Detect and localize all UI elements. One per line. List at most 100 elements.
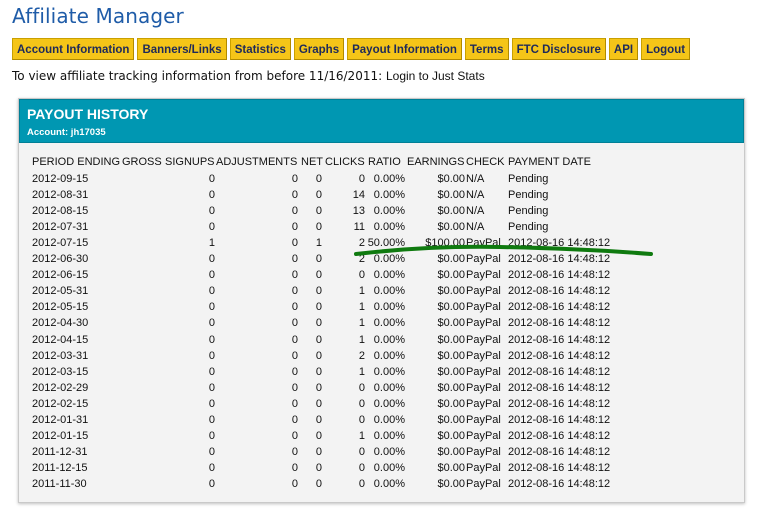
- cell-period: 2012-08-15: [32, 205, 89, 218]
- cell-earnings: $0.00: [437, 397, 465, 410]
- cell-check: PayPal: [466, 269, 501, 282]
- cell-ratio: 0.00%: [373, 205, 405, 218]
- col-header-gross: GROSS: [122, 156, 162, 168]
- cell-ratio: 0.00%: [373, 477, 405, 490]
- cell-earnings: $0.00: [437, 445, 465, 458]
- cell-payment-date: 2012-08-16 14:48:12: [508, 445, 611, 458]
- cell-payment-date: Pending: [508, 173, 549, 185]
- cell-adjustments: 0: [291, 413, 298, 426]
- cell-gross: 0: [208, 477, 215, 490]
- cell-ratio: 0.00%: [373, 397, 405, 410]
- cell-adjustments: 0: [291, 317, 298, 330]
- cell-clicks: 0: [358, 461, 365, 474]
- cell-ratio: 0.00%: [373, 445, 405, 458]
- just-stats-login-link[interactable]: Login to Just Stats: [386, 69, 485, 83]
- nav-graphs-button[interactable]: Graphs: [293, 38, 345, 60]
- cell-net: 0: [315, 413, 322, 426]
- cell-earnings: $0.00: [437, 269, 465, 282]
- cell-adjustments: 0: [291, 445, 298, 458]
- cell-check: PayPal: [466, 285, 501, 298]
- cell-earnings: $0.00: [437, 221, 465, 234]
- cell-check: PayPal: [466, 301, 501, 314]
- cell-gross: 0: [208, 381, 215, 394]
- cell-payment-date: 2012-08-16 14:48:12: [508, 461, 611, 474]
- cell-period: 2012-06-15: [32, 269, 89, 282]
- cell-earnings: $0.00: [437, 205, 465, 218]
- cell-payment-date: 2012-08-16 14:48:12: [508, 477, 611, 490]
- cell-payment-date: 2012-08-16 14:48:12: [508, 381, 611, 394]
- nav-ftc-disclosure-button[interactable]: FTC Disclosure: [511, 38, 606, 60]
- account-label: Account: jh17035: [27, 127, 106, 138]
- nav-logout-button[interactable]: Logout: [641, 38, 691, 60]
- cell-adjustments: 0: [291, 333, 298, 346]
- cell-check: PayPal: [466, 381, 501, 394]
- cell-earnings: $0.00: [437, 317, 465, 330]
- cell-adjustments: 0: [291, 429, 298, 442]
- panel-header: PAYOUT HISTORY Account: jh17035: [19, 99, 744, 143]
- nav-banners-links-button[interactable]: Banners/Links: [137, 38, 227, 60]
- cell-net: 0: [315, 301, 322, 314]
- cell-ratio: 0.00%: [373, 301, 405, 314]
- intro-text: To view affiliate tracking information f…: [12, 69, 383, 83]
- cell-net: 0: [315, 349, 322, 362]
- cell-check: PayPal: [466, 333, 501, 346]
- cell-check: N/A: [466, 205, 485, 218]
- cell-gross: 0: [208, 173, 215, 185]
- cell-adjustments: 0: [291, 477, 298, 490]
- cell-net: 0: [315, 253, 322, 266]
- cell-net: 0: [315, 397, 322, 410]
- cell-earnings: $100.00: [425, 237, 465, 250]
- cell-net: 0: [315, 189, 322, 202]
- cell-check: PayPal: [466, 253, 501, 266]
- cell-ratio: 0.00%: [373, 269, 405, 282]
- cell-earnings: $0.00: [437, 349, 465, 362]
- cell-gross: 0: [208, 301, 215, 314]
- cell-payment-date: Pending: [508, 205, 549, 218]
- cell-check: N/A: [466, 173, 485, 185]
- cell-period: 2011-11-30: [32, 477, 87, 490]
- cell-ratio: 0.00%: [373, 365, 405, 378]
- cell-ratio: 0.00%: [373, 189, 405, 202]
- cell-period: 2012-05-31: [32, 285, 89, 298]
- cell-adjustments: 0: [291, 237, 298, 250]
- cell-ratio: 0.00%: [373, 285, 405, 298]
- cell-period: 2012-04-15: [32, 333, 89, 346]
- col-header-check: CHECK: [466, 156, 505, 168]
- nav-api-button[interactable]: API: [608, 38, 639, 60]
- cell-earnings: $0.00: [437, 173, 465, 185]
- cell-clicks: 0: [358, 413, 365, 426]
- cell-earnings: $0.00: [437, 333, 465, 346]
- cell-clicks: 11: [353, 221, 365, 234]
- cell-payment-date: 2012-08-16 14:48:12: [508, 301, 611, 314]
- cell-gross: 0: [208, 285, 215, 298]
- cell-clicks: 0: [358, 269, 365, 282]
- nav-statistics-button[interactable]: Statistics: [229, 38, 291, 60]
- cell-check: N/A: [466, 189, 485, 202]
- cell-gross: 0: [208, 461, 215, 474]
- cell-clicks: 0: [358, 381, 365, 394]
- cell-gross: 0: [208, 445, 215, 458]
- cell-period: 2012-02-29: [32, 381, 89, 394]
- cell-check: PayPal: [466, 317, 501, 330]
- nav-account-information-button[interactable]: Account Information: [12, 38, 135, 60]
- cell-ratio: 0.00%: [373, 381, 405, 394]
- nav-payout-information-button[interactable]: Payout Information: [347, 38, 462, 60]
- cell-gross: 0: [208, 349, 215, 362]
- cell-net: 0: [315, 333, 322, 346]
- cell-net: 0: [315, 269, 322, 282]
- cell-net: 0: [315, 317, 322, 330]
- cell-clicks: 13: [352, 205, 365, 218]
- nav-terms-button[interactable]: Terms: [464, 38, 509, 60]
- cell-adjustments: 0: [291, 221, 298, 234]
- cell-clicks: 2: [358, 237, 365, 250]
- cell-adjustments: 0: [291, 461, 298, 474]
- cell-check: PayPal: [466, 413, 501, 426]
- cell-net: 0: [315, 445, 322, 458]
- cell-period: 2012-02-15: [32, 397, 89, 410]
- cell-earnings: $0.00: [437, 381, 465, 394]
- col-header-clicks: CLICKS: [325, 156, 365, 168]
- cell-net: 0: [315, 381, 322, 394]
- cell-ratio: 0.00%: [373, 173, 405, 185]
- cell-check: PayPal: [466, 237, 501, 250]
- cell-adjustments: 0: [291, 349, 298, 362]
